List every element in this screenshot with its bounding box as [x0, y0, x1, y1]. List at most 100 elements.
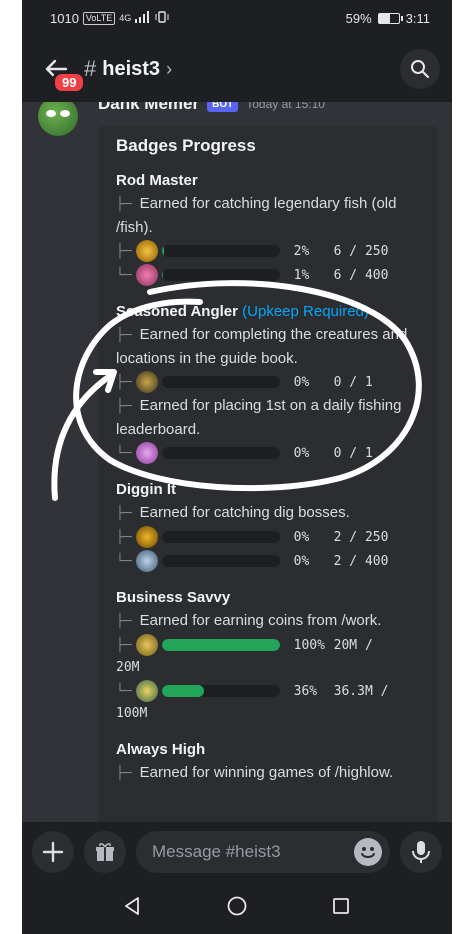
nav-recents-button[interactable] [331, 896, 351, 921]
nav-home-button[interactable] [226, 895, 248, 922]
search-icon [411, 60, 430, 79]
badge-desc-text: Earned for winning games of /highlow. [139, 764, 394, 781]
status-left-text: 1010 [50, 10, 79, 26]
voice-button[interactable] [400, 831, 442, 873]
badge-diggin-it: Diggin It ├─ Earned for catching dig boss… [116, 479, 420, 573]
badge-description: ├─ Earned for completing the creatures an… [116, 323, 420, 370]
tree-branch: ├─ [116, 243, 132, 259]
badge-name-text: Seasoned Angler [116, 303, 238, 320]
badge-description: ├─ Earned for placing 1st on a daily fish… [116, 394, 420, 441]
progress-percent: 0% [293, 445, 310, 461]
gift-button[interactable] [84, 831, 126, 873]
gift-icon [96, 843, 114, 861]
progress-percent: 0% [293, 374, 310, 390]
badge-desc-text: Earned for completing the creatures and … [116, 326, 408, 367]
progress-amount: 0 / 1 [333, 445, 373, 461]
upkeep-label: (Upkeep Required) [242, 303, 369, 320]
progress-amount-wrap: 100M [116, 706, 148, 721]
progress-percent: 0% [293, 529, 310, 545]
badge-name: Rod Master [116, 172, 198, 189]
tree-branch: ├─ [116, 766, 132, 781]
badges-embed: Badges Progress Rod Master ├─ Earned for … [98, 126, 438, 822]
badge-name: Always High [116, 741, 206, 758]
status-right: 59% 3:11 [346, 11, 430, 26]
message-list[interactable]: Dank Memer BOT Today at 15:10 Badges Pro… [22, 102, 452, 822]
scales-badge-icon [135, 634, 158, 656]
battery-icon [377, 12, 403, 24]
badge-name: Business Savvy [116, 589, 231, 606]
volte-badge: VoLTE [82, 11, 116, 25]
shovel-badge-icon [135, 526, 158, 548]
network-gen: 4G [119, 13, 132, 23]
progress-amount-wrap: 20M [116, 660, 140, 675]
progress-amount: 2 / 250 [333, 529, 389, 545]
tree-branch: ├─ [116, 506, 132, 521]
hash-icon: # [84, 56, 97, 81]
progress-bar [161, 639, 280, 651]
channel-header: 99 # heist3 › [22, 36, 452, 102]
badge-name: Diggin It [116, 481, 176, 498]
progress-row: └─ 1% 6 / 400 [116, 263, 420, 287]
progress-row: └─ 0% 0 / 1 [116, 441, 420, 465]
message-timestamp: Today at 15:10 [246, 102, 325, 111]
badge-desc-text: Earned for placing 1st on a daily fishin… [116, 397, 402, 438]
add-attachment-button[interactable] [32, 831, 74, 873]
search-button[interactable] [400, 49, 440, 89]
progress-row: ├─ 2% 6 / 250 [116, 239, 420, 263]
progress-amount: 6 / 400 [333, 267, 389, 283]
emoji-button[interactable] [354, 838, 382, 866]
badge-desc-text: Earned for catching legendary fish (old … [116, 195, 397, 236]
tree-branch: ├─ [116, 328, 132, 343]
progress-percent: 2% [293, 243, 310, 259]
badge-description: ├─ Earned for catching dig bosses. [116, 501, 420, 525]
status-left: 1010 VoLTE 4G [50, 10, 169, 26]
progress-amount: 0 / 1 [333, 374, 373, 390]
badge-business-savvy: Business Savvy ├─ Earned for earning coin… [116, 587, 420, 725]
progress-bar [161, 685, 280, 697]
progress-row: ├─ 0% 0 / 1 [116, 370, 420, 394]
progress-bar [161, 447, 280, 459]
status-bar: 1010 VoLTE 4G 59% 3:11 [22, 0, 452, 36]
plus-icon [42, 841, 64, 863]
avatar-eye-right [60, 110, 70, 117]
progress-fill [161, 639, 280, 651]
channel-name: heist3 [102, 57, 161, 80]
tree-branch: ├─ [116, 614, 132, 629]
tree-branch: ├─ [116, 637, 132, 653]
tree-branch: └─ [116, 267, 132, 283]
vibrate-icon [155, 10, 169, 26]
badge-desc-text: Earned for earning coins from /work. [139, 612, 382, 629]
channel-title[interactable]: # heist3 › [84, 56, 172, 82]
progress-percent: 100% [293, 637, 325, 653]
tree-branch: └─ [116, 445, 132, 461]
clock: 3:11 [405, 10, 430, 26]
tree-branch: ├─ [116, 529, 132, 545]
battery-percent: 59% [345, 10, 372, 26]
badge-rod-master: Rod Master ├─ Earned for catching legenda… [116, 170, 420, 287]
message-input[interactable]: Message #heist3 [136, 831, 390, 873]
system-nav-bar [22, 882, 452, 934]
compass-badge-icon [135, 371, 158, 393]
progress-amount: 2 / 400 [333, 553, 389, 569]
tree-branch: └─ [116, 683, 132, 699]
progress-bar [161, 555, 280, 567]
back-button[interactable]: 99 [36, 49, 87, 94]
progress-bar [161, 376, 280, 388]
badge-description: ├─ Earned for winning games of /highlow. [116, 761, 420, 785]
crossed-tools-badge-icon [135, 550, 158, 572]
avatar[interactable] [38, 102, 78, 136]
pink-badge-icon [135, 264, 158, 286]
author-name[interactable]: Dank Memer [98, 102, 199, 114]
avatar-eye-left [46, 110, 56, 117]
tree-branch: └─ [116, 553, 132, 569]
progress-amount: 6 / 250 [333, 243, 389, 259]
progress-percent: 1% [293, 267, 310, 283]
progress-row: └─ 0% 2 / 400 [116, 549, 420, 573]
progress-row: └─ 36% 36.3M / [116, 679, 420, 703]
money-badge-icon [135, 680, 158, 702]
microphone-icon [412, 841, 430, 863]
progress-fill [161, 685, 205, 697]
nav-back-button[interactable] [123, 896, 143, 921]
progress-fill [161, 269, 163, 281]
badge-description: ├─ Earned for earning coins from /work. [116, 609, 420, 633]
